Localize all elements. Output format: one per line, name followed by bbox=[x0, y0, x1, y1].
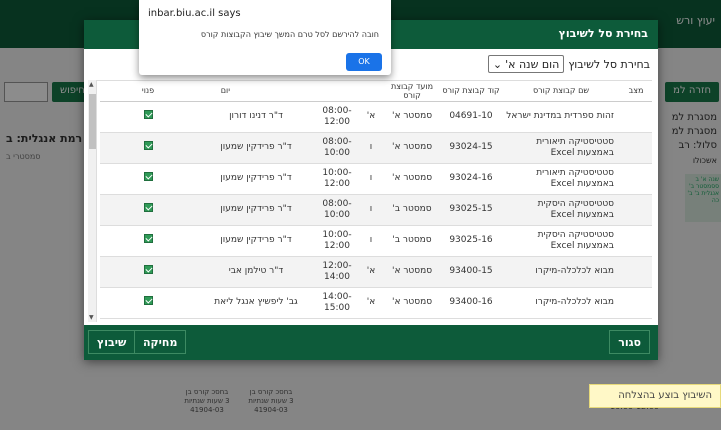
row-hours: 10:00-12:00 bbox=[316, 163, 358, 195]
row-checkbox[interactable] bbox=[143, 110, 153, 119]
row-free bbox=[100, 101, 196, 133]
col-lecturer: יום bbox=[196, 81, 316, 102]
row-course-name: סטטיסטיקה היסקית באמצעות Excel bbox=[502, 225, 620, 257]
row-status bbox=[620, 256, 652, 288]
row-course-name: מבוא לכלכלה-מיקרו bbox=[502, 287, 620, 319]
row-free bbox=[100, 132, 196, 164]
row-group-code: 93400-15 bbox=[440, 256, 502, 288]
chevron-down-icon: ⌄ bbox=[492, 57, 503, 71]
close-button[interactable]: סגור bbox=[609, 330, 650, 354]
row-free bbox=[100, 287, 196, 319]
success-toast: השיבוץ בוצע בהצלחה bbox=[589, 384, 721, 408]
col-day-label: יום bbox=[220, 86, 230, 96]
row-day: א' bbox=[358, 101, 384, 133]
delete-button[interactable]: מחיקה bbox=[134, 330, 187, 354]
row-hours: 08:00-10:00 bbox=[316, 194, 358, 226]
row-course-name: סטטיסטיקה תיאורית באמצעות Excel bbox=[502, 132, 620, 164]
row-lecturer: ד"ר דנינו דורון bbox=[196, 101, 316, 133]
basket-select-row: בחירת סל לשיבוץ הום שנה א' ⌄ bbox=[487, 54, 650, 74]
alert-message: חובה להירשם לסל טרם המשך שיבוץ הקבוצות ק… bbox=[200, 30, 379, 39]
col-hours bbox=[316, 81, 358, 102]
row-course-name: מבוא לכלכלה-מיקרו bbox=[502, 256, 620, 288]
basket-select-label: בחירת סל לשיבוץ bbox=[568, 57, 650, 71]
row-hours: 14:00-15:00 bbox=[316, 287, 358, 319]
assign-button[interactable]: שיבוץ bbox=[88, 330, 136, 354]
basket-select[interactable]: הום שנה א' ⌄ bbox=[487, 55, 565, 73]
browser-alert: inbar.biu.ac.il says חובה להירשם לסל טרם… bbox=[139, 0, 391, 75]
row-hours: 08:00-10:00 bbox=[316, 132, 358, 164]
row-group-code: 93400-16 bbox=[440, 287, 502, 319]
table-row: סטטיסטיקה היסקית באמצעות Excel 93025-15 סמ… bbox=[100, 194, 652, 226]
table-row: סטטיסטיקה תיאורית באמצעות Excel 93024-15 ס… bbox=[100, 132, 652, 164]
row-semester: סמסטר ב' bbox=[384, 194, 440, 226]
col-course-group: שם קבוצת קורס bbox=[502, 81, 620, 102]
row-semester: סמסטר א' bbox=[384, 163, 440, 195]
col-day bbox=[358, 81, 384, 102]
row-checkbox[interactable] bbox=[143, 265, 153, 274]
row-lecturer: ד"ר פרידקין שמעון bbox=[196, 225, 316, 257]
row-free bbox=[100, 163, 196, 195]
row-status bbox=[620, 194, 652, 226]
row-hours: 08:00-12:00 bbox=[316, 101, 358, 133]
row-group-code: 93025-15 bbox=[440, 194, 502, 226]
row-day: ו bbox=[358, 163, 384, 195]
row-group-code: 04691-10 bbox=[440, 101, 502, 133]
alert-ok-button[interactable]: OK bbox=[346, 53, 382, 71]
courses-table-wrap: מצב שם קבוצת קורס קוד קבוצת קורס מועד קב… bbox=[88, 80, 652, 322]
row-checkbox[interactable] bbox=[143, 203, 153, 212]
row-status bbox=[620, 132, 652, 164]
row-checkbox[interactable] bbox=[143, 234, 153, 243]
row-status bbox=[620, 163, 652, 195]
scroll-down-icon[interactable]: ▼ bbox=[89, 314, 94, 321]
row-free bbox=[100, 194, 196, 226]
table-row: סטטיסטיקה היסקית באמצעות Excel 93025-16 סמ… bbox=[100, 225, 652, 257]
col-semester: מועד קבוצת קורס bbox=[384, 81, 440, 102]
row-hours: 10:00-12:00 bbox=[316, 225, 358, 257]
row-day: א' bbox=[358, 287, 384, 319]
row-day: ו bbox=[358, 194, 384, 226]
row-semester: סמסטר א' bbox=[384, 287, 440, 319]
row-free bbox=[100, 256, 196, 288]
table-row: סטטיסטיקה תיאורית באמצעות Excel 93024-16 ס… bbox=[100, 163, 652, 195]
courses-table: מצב שם קבוצת קורס קוד קבוצת קורס מועד קב… bbox=[100, 81, 652, 319]
scroll-thumb[interactable] bbox=[89, 94, 96, 149]
row-day: ו bbox=[358, 132, 384, 164]
modal-title: בחירת סל לשיבוץ bbox=[558, 27, 648, 40]
row-semester: סמסטר א' bbox=[384, 256, 440, 288]
row-group-code: 93024-15 bbox=[440, 132, 502, 164]
row-free bbox=[100, 225, 196, 257]
row-hours: 12:00-14:00 bbox=[316, 256, 358, 288]
row-status bbox=[620, 101, 652, 133]
row-lecturer: ד"ר פרידקין שמעון bbox=[196, 132, 316, 164]
row-checkbox[interactable] bbox=[143, 141, 153, 150]
table-scrollbar[interactable]: ▲ ▼ bbox=[88, 80, 97, 322]
alert-site: inbar.biu.ac.il says bbox=[148, 8, 241, 19]
row-lecturer: גב' ליפשיץ אנגל ליאת bbox=[196, 287, 316, 319]
row-status bbox=[620, 225, 652, 257]
col-status: מצב bbox=[620, 81, 652, 102]
table-row: מבוא לכלכלה-מיקרו 93400-15 סמסטר א' א' 12:00… bbox=[100, 256, 652, 288]
row-course-name: זהות ספרדית במדינת ישראל bbox=[502, 101, 620, 133]
table-row: מבוא לכלכלה-מיקרו 93400-16 סמסטר א' א' 14:00… bbox=[100, 287, 652, 319]
col-group-code: קוד קבוצת קורס bbox=[440, 81, 502, 102]
row-semester: סמסטר א' bbox=[384, 132, 440, 164]
basket-select-value: הום שנה א' bbox=[505, 57, 560, 71]
row-semester: סמסטר א' bbox=[384, 101, 440, 133]
scroll-up-icon[interactable]: ▲ bbox=[89, 81, 94, 88]
row-checkbox[interactable] bbox=[143, 172, 153, 181]
row-group-code: 93025-16 bbox=[440, 225, 502, 257]
row-semester: סמסטר ב' bbox=[384, 225, 440, 257]
row-course-name: סטטיסטיקה תיאורית באמצעות Excel bbox=[502, 163, 620, 195]
row-lecturer: ד"ר פרידקין שמעון bbox=[196, 194, 316, 226]
row-checkbox[interactable] bbox=[143, 296, 153, 305]
row-status bbox=[620, 287, 652, 319]
row-course-name: סטטיסטיקה היסקית באמצעות Excel bbox=[502, 194, 620, 226]
row-lecturer: ד"ר פרידקין שמעון bbox=[196, 163, 316, 195]
row-day: א' bbox=[358, 256, 384, 288]
row-lecturer: ד"ר טילמן אבי bbox=[196, 256, 316, 288]
row-group-code: 93024-16 bbox=[440, 163, 502, 195]
col-free: פנוי bbox=[100, 81, 196, 102]
table-row: זהות ספרדית במדינת ישראל 04691-10 סמסטר א'… bbox=[100, 101, 652, 133]
row-day: ו bbox=[358, 225, 384, 257]
